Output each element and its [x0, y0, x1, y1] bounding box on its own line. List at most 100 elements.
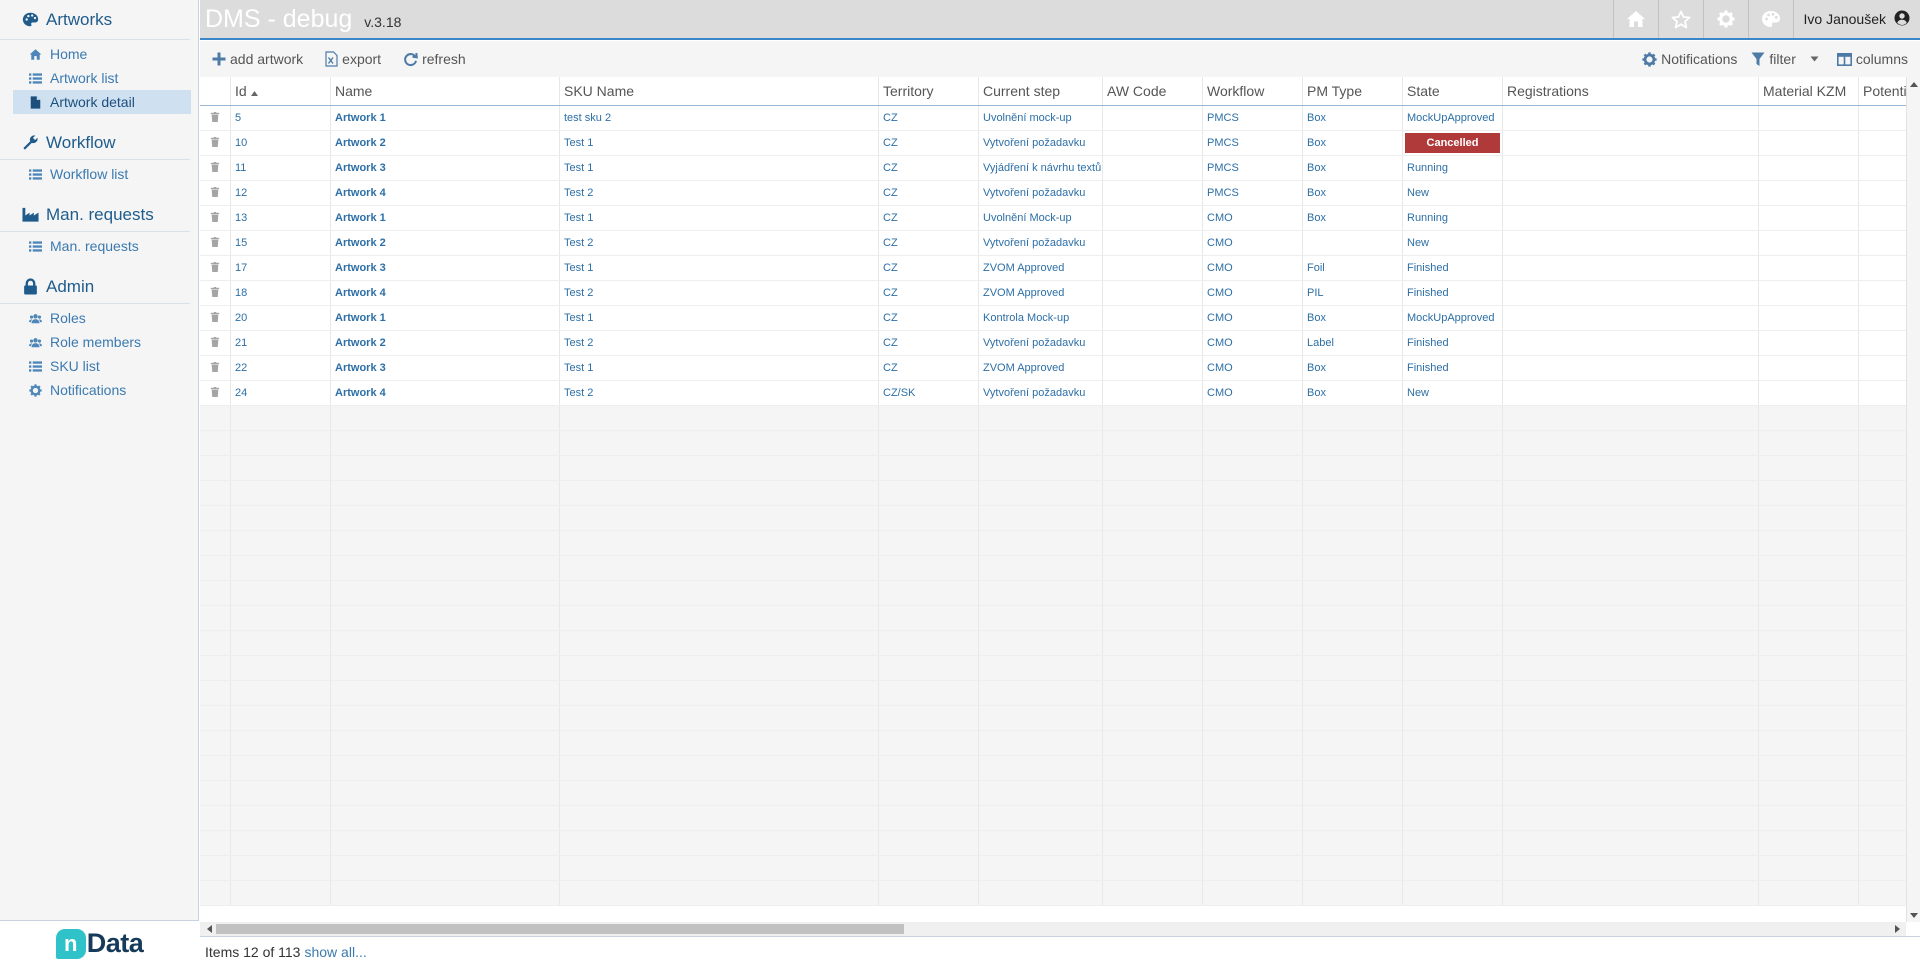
- sidebar-header-man-requests[interactable]: Man. requests: [0, 198, 190, 232]
- cell-name[interactable]: Artwork 1: [330, 206, 559, 230]
- cell-id[interactable]: 22: [230, 356, 330, 380]
- cell-name[interactable]: Artwork 3: [330, 356, 559, 380]
- cell-id[interactable]: 15: [230, 231, 330, 255]
- table-row[interactable]: 11 Artwork 3 Test 1 CZ Vyjádření k návrhu te…: [200, 156, 1906, 181]
- table-row[interactable]: 13 Artwork 1 Test 1 CZ Uvolnění Mock-up CMO Bo…: [200, 206, 1906, 231]
- theme-button[interactable]: [1747, 0, 1793, 38]
- cell-name[interactable]: Artwork 1: [330, 106, 559, 130]
- sidebar-header-workflow[interactable]: Workflow: [0, 126, 190, 160]
- cell-name[interactable]: Artwork 2: [330, 231, 559, 255]
- table-row[interactable]: 20 Artwork 1 Test 1 CZ Kontrola Mock-up CMO Bo…: [200, 306, 1906, 331]
- delete-row-button[interactable]: [200, 231, 230, 255]
- sidebar-item-artwork-list[interactable]: Artwork list: [13, 66, 191, 90]
- empty-cell: [878, 781, 978, 805]
- empty-cell: [1858, 181, 1906, 205]
- column-header-state[interactable]: State: [1402, 77, 1502, 105]
- column-header-territory[interactable]: Territory: [878, 77, 978, 105]
- cell-workflow: CMO: [1202, 331, 1302, 355]
- notifications-button[interactable]: Notifications: [1642, 51, 1737, 67]
- filter-dropdown-button[interactable]: [1810, 56, 1823, 62]
- delete-row-button[interactable]: [200, 181, 230, 205]
- cell-name[interactable]: Artwork 2: [330, 131, 559, 155]
- column-header-potenti[interactable]: Potenti: [1858, 77, 1906, 105]
- table-row[interactable]: 10 Artwork 2 Test 1 CZ Vytvoření požadavku PM…: [200, 131, 1906, 156]
- delete-row-button[interactable]: [200, 256, 230, 280]
- sidebar-item-man-requests[interactable]: Man. requests: [13, 234, 191, 258]
- empty-cell: [878, 656, 978, 680]
- cell-id[interactable]: 11: [230, 156, 330, 180]
- vertical-scrollbar[interactable]: [1906, 77, 1920, 922]
- cell-id[interactable]: 21: [230, 331, 330, 355]
- sidebar-header-admin[interactable]: Admin: [0, 270, 190, 304]
- delete-row-button[interactable]: [200, 281, 230, 305]
- refresh-button[interactable]: refresh: [403, 51, 466, 67]
- delete-row-button[interactable]: [200, 206, 230, 230]
- scroll-down-icon[interactable]: [1907, 908, 1920, 922]
- table-row[interactable]: 15 Artwork 2 Test 2 CZ Vytvoření požadavku CM…: [200, 231, 1906, 256]
- cell-id[interactable]: 20: [230, 306, 330, 330]
- column-header-registrations[interactable]: Registrations: [1502, 77, 1758, 105]
- delete-row-button[interactable]: [200, 356, 230, 380]
- sidebar-item-artwork-detail[interactable]: Artwork detail: [13, 90, 191, 114]
- sidebar-item-role-members[interactable]: Role members: [13, 330, 191, 354]
- cell-name[interactable]: Artwork 3: [330, 256, 559, 280]
- scroll-up-icon[interactable]: [1907, 77, 1920, 91]
- column-header-id[interactable]: Id: [230, 77, 330, 105]
- horizontal-scrollbar[interactable]: [200, 922, 1906, 936]
- home-button[interactable]: [1612, 0, 1658, 38]
- delete-row-button[interactable]: [200, 381, 230, 405]
- favorites-button[interactable]: [1657, 0, 1703, 38]
- cell-id[interactable]: 10: [230, 131, 330, 155]
- cell-id[interactable]: 24: [230, 381, 330, 405]
- delete-row-button[interactable]: [200, 156, 230, 180]
- export-button[interactable]: export: [325, 51, 381, 67]
- delete-row-button[interactable]: [200, 331, 230, 355]
- scroll-left-icon[interactable]: [202, 922, 216, 936]
- cell-name[interactable]: Artwork 2: [330, 331, 559, 355]
- column-header-material-kzm[interactable]: Material KZM: [1758, 77, 1858, 105]
- sidebar-item-roles[interactable]: Roles: [13, 306, 191, 330]
- delete-row-button[interactable]: [200, 131, 230, 155]
- show-all-link[interactable]: show all...: [304, 944, 366, 960]
- sidebar-item-home[interactable]: Home: [13, 42, 191, 66]
- cell-name[interactable]: Artwork 4: [330, 181, 559, 205]
- cell-id[interactable]: 18: [230, 281, 330, 305]
- table-row[interactable]: 21 Artwork 2 Test 2 CZ Vytvoření požadavku CM…: [200, 331, 1906, 356]
- column-header-sku-name[interactable]: SKU Name: [559, 77, 878, 105]
- cell-name[interactable]: Artwork 1: [330, 306, 559, 330]
- add-artwork-button[interactable]: add artwork: [212, 51, 303, 67]
- table-row[interactable]: 17 Artwork 3 Test 1 CZ ZVOM Approved CMO Foil F…: [200, 256, 1906, 281]
- cell-name[interactable]: Artwork 4: [330, 381, 559, 405]
- cell-name[interactable]: Artwork 3: [330, 156, 559, 180]
- cell-id[interactable]: 12: [230, 181, 330, 205]
- filter-button[interactable]: filter: [1751, 51, 1796, 67]
- column-header-actions[interactable]: [200, 77, 230, 105]
- table-row[interactable]: 22 Artwork 3 Test 1 CZ ZVOM Approved CMO Box Fi…: [200, 356, 1906, 381]
- top-bar: DMS - debug v.3.18 Ivo Janoušek: [200, 0, 1920, 40]
- cell-value: Test 2: [564, 237, 594, 249]
- table-row[interactable]: 12 Artwork 4 Test 2 CZ Vytvoření požadavku PM…: [200, 181, 1906, 206]
- scroll-right-icon[interactable]: [1890, 922, 1904, 936]
- cell-name[interactable]: Artwork 4: [330, 281, 559, 305]
- column-header-pm-type[interactable]: PM Type: [1302, 77, 1402, 105]
- cell-id[interactable]: 17: [230, 256, 330, 280]
- column-header-current-step[interactable]: Current step: [978, 77, 1102, 105]
- user-menu[interactable]: Ivo Janoušek: [1792, 0, 1920, 38]
- sidebar-item-sku-list[interactable]: SKU list: [13, 354, 191, 378]
- table-row[interactable]: 18 Artwork 4 Test 2 CZ ZVOM Approved CMO PIL Fi…: [200, 281, 1906, 306]
- cell-id[interactable]: 5: [230, 106, 330, 130]
- table-row[interactable]: 24 Artwork 4 Test 2 CZ/SK Vytvoření požadavk…: [200, 381, 1906, 406]
- horizontal-scroll-thumb[interactable]: [216, 924, 904, 934]
- column-header-name[interactable]: Name: [330, 77, 559, 105]
- column-header-workflow[interactable]: Workflow: [1202, 77, 1302, 105]
- cell-id[interactable]: 13: [230, 206, 330, 230]
- sidebar-header-artworks[interactable]: Artworks: [0, 0, 190, 40]
- sidebar-item-workflow-list[interactable]: Workflow list: [13, 162, 191, 186]
- delete-row-button[interactable]: [200, 106, 230, 130]
- settings-button[interactable]: [1702, 0, 1748, 38]
- columns-button[interactable]: columns: [1836, 51, 1908, 67]
- column-header-aw-code[interactable]: AW Code: [1102, 77, 1202, 105]
- delete-row-button[interactable]: [200, 306, 230, 330]
- table-row[interactable]: 5 Artwork 1 test sku 2 CZ Uvolnění mock-up PM…: [200, 106, 1906, 131]
- sidebar-item-notifications[interactable]: Notifications: [13, 378, 191, 402]
